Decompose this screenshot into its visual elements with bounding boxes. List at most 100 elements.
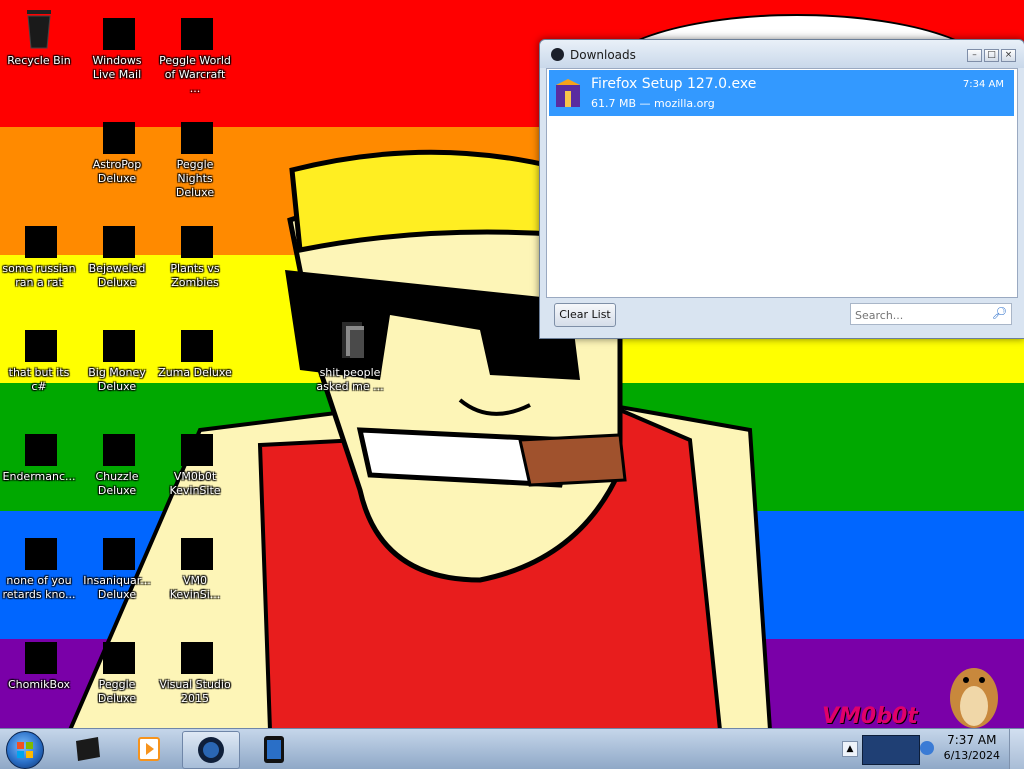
window-title: Downloads bbox=[570, 48, 636, 62]
peggle-icon bbox=[93, 628, 141, 676]
desktop-icon-endermanc[interactable]: Endermanc... bbox=[0, 420, 78, 484]
explorer-icon bbox=[76, 737, 100, 761]
desktop-icon-windows-live-mail[interactable]: Windows Live Mail bbox=[78, 4, 156, 82]
folder-icon bbox=[326, 316, 374, 364]
desktop-icon-plants-vs-zombies[interactable]: Plants vs Zombies bbox=[156, 212, 234, 290]
app-icon bbox=[15, 524, 63, 572]
media-player-icon bbox=[138, 737, 160, 761]
downloads-footer: Clear List 🔎︎ bbox=[540, 298, 1024, 338]
icon-label: Bejeweled Deluxe bbox=[88, 262, 146, 289]
icon-label: Peggle Nights Deluxe bbox=[175, 158, 215, 199]
desktop-icon-peggle-nights[interactable]: Peggle Nights Deluxe bbox=[156, 108, 234, 200]
minimize-button[interactable]: – bbox=[967, 49, 982, 62]
desktop-icon-bejeweled[interactable]: Bejeweled Deluxe bbox=[78, 212, 156, 290]
censor-box bbox=[103, 330, 135, 362]
icon-label: shit people asked me ... bbox=[316, 366, 384, 393]
censor-box bbox=[181, 538, 213, 570]
game-icon bbox=[93, 420, 141, 468]
download-item[interactable]: Firefox Setup 127.0.exe 61.7 MB — mozill… bbox=[549, 70, 1014, 116]
game-icon bbox=[93, 316, 141, 364]
censor-box bbox=[25, 538, 57, 570]
desktop-icon-visual-studio[interactable]: Visual Studio 2015 bbox=[156, 628, 234, 706]
desktop-icon-none-of-you[interactable]: none of you retards kno... bbox=[0, 524, 78, 602]
document-icon bbox=[171, 524, 219, 572]
icon-label: Recycle Bin bbox=[7, 54, 71, 67]
taskbar-app-firefox[interactable] bbox=[182, 731, 240, 769]
icon-label: VM0b0t KevinSite bbox=[169, 470, 221, 497]
search-icon[interactable]: 🔎︎ bbox=[992, 306, 1007, 320]
censor-box bbox=[181, 226, 213, 258]
censor-box bbox=[25, 226, 57, 258]
downloads-window: Downloads – □ × Firefox Setup 127.0.exe … bbox=[539, 39, 1024, 339]
icon-label: Peggle World of Warcraft ... bbox=[159, 54, 231, 95]
desktop-icon-peggle-wow[interactable]: Peggle World of Warcraft ... bbox=[156, 4, 234, 96]
hamster-image bbox=[946, 648, 1002, 728]
close-button[interactable]: × bbox=[1001, 49, 1016, 62]
download-time: 7:34 AM bbox=[962, 79, 1004, 90]
taskbar-app-explorer[interactable] bbox=[60, 731, 116, 767]
desktop: VM0b0t Recycle Bin Windows Live Mail Peg… bbox=[0, 0, 1024, 728]
icon-label: Insaniquar... Deluxe bbox=[83, 574, 151, 601]
gem-icon bbox=[93, 212, 141, 260]
censor-box bbox=[103, 642, 135, 674]
censor-box bbox=[103, 18, 135, 50]
firefox-icon bbox=[198, 737, 224, 763]
maximize-button[interactable]: □ bbox=[984, 49, 999, 62]
app-icon bbox=[15, 420, 63, 468]
desktop-icon-insaniquarium[interactable]: Insaniquar... Deluxe bbox=[78, 524, 156, 602]
icon-label: VM0 KevinSi... bbox=[169, 574, 221, 601]
censor-box bbox=[103, 538, 135, 570]
desktop-icon-recycle-bin[interactable]: Recycle Bin bbox=[0, 4, 78, 68]
desktop-icon-astropop[interactable]: AstroPop Deluxe bbox=[78, 108, 156, 186]
censor-box bbox=[181, 434, 213, 466]
downloads-search: 🔎︎ bbox=[850, 303, 1012, 325]
tray-app-icon[interactable] bbox=[862, 735, 920, 765]
taskbar-clock[interactable]: 7:37 AM 6/13/2024 bbox=[944, 733, 1000, 763]
downloads-titlebar[interactable]: Downloads – □ × bbox=[540, 40, 1024, 68]
desktop-icon-chuzzle[interactable]: Chuzzle Deluxe bbox=[78, 420, 156, 498]
desktop-icon-vm0b0t-kevinsite[interactable]: VM0b0t KevinSite bbox=[156, 420, 234, 498]
clock-date: 6/13/2024 bbox=[943, 749, 1000, 762]
app-icon bbox=[171, 420, 219, 468]
censor-box bbox=[181, 122, 213, 154]
recycle-bin-icon bbox=[15, 4, 63, 52]
desktop-icon-vm0-kevinsite[interactable]: VM0 KevinSi... bbox=[156, 524, 234, 602]
icon-label: Plants vs Zombies bbox=[170, 262, 220, 289]
start-button[interactable] bbox=[6, 731, 44, 769]
clock-time: 7:37 AM bbox=[947, 733, 997, 747]
icon-label: Big Money Deluxe bbox=[88, 366, 146, 393]
device-icon bbox=[264, 736, 284, 763]
download-meta: 61.7 MB — mozilla.org bbox=[591, 97, 715, 110]
peggle-icon bbox=[171, 4, 219, 52]
desktop-icon-shit-people-asked[interactable]: shit people asked me ... bbox=[311, 316, 389, 394]
icon-label: ChomikBox bbox=[8, 678, 70, 691]
system-tray: ▲ 7:37 AM 6/13/2024 bbox=[838, 729, 1024, 769]
icon-label: Visual Studio 2015 bbox=[159, 678, 231, 705]
game-icon bbox=[171, 212, 219, 260]
censor-box bbox=[25, 330, 57, 362]
tray-expand-button[interactable]: ▲ bbox=[842, 741, 858, 757]
icon-label: Zuma Deluxe bbox=[158, 366, 232, 379]
taskbar-app-media[interactable] bbox=[121, 731, 177, 767]
downloads-list: Firefox Setup 127.0.exe 61.7 MB — mozill… bbox=[546, 68, 1018, 298]
desktop-icon-big-money[interactable]: Big Money Deluxe bbox=[78, 316, 156, 394]
search-input[interactable] bbox=[851, 306, 985, 325]
network-icon[interactable] bbox=[920, 741, 934, 755]
desktop-icon-chomikbox[interactable]: ChomikBox bbox=[0, 628, 78, 692]
icon-label: Peggle Deluxe bbox=[97, 678, 137, 705]
game-icon bbox=[171, 316, 219, 364]
show-desktop-button[interactable] bbox=[1009, 729, 1024, 769]
desktop-icon-that-but-csharp[interactable]: that but its c# bbox=[0, 316, 78, 394]
desktop-icon-some-russian[interactable]: some russian ran a rat bbox=[0, 212, 78, 290]
mail-icon bbox=[93, 4, 141, 52]
folder-icon bbox=[15, 316, 63, 364]
desktop-icon-peggle-deluxe[interactable]: Peggle Deluxe bbox=[78, 628, 156, 706]
firefox-icon bbox=[551, 48, 564, 61]
clear-list-button[interactable]: Clear List bbox=[554, 303, 616, 327]
app-icon bbox=[15, 628, 63, 676]
censor-box bbox=[181, 330, 213, 362]
censor-box bbox=[25, 642, 57, 674]
desktop-icon-zuma[interactable]: Zuma Deluxe bbox=[156, 316, 234, 380]
censor-box bbox=[181, 18, 213, 50]
taskbar-app-device[interactable] bbox=[246, 731, 302, 767]
